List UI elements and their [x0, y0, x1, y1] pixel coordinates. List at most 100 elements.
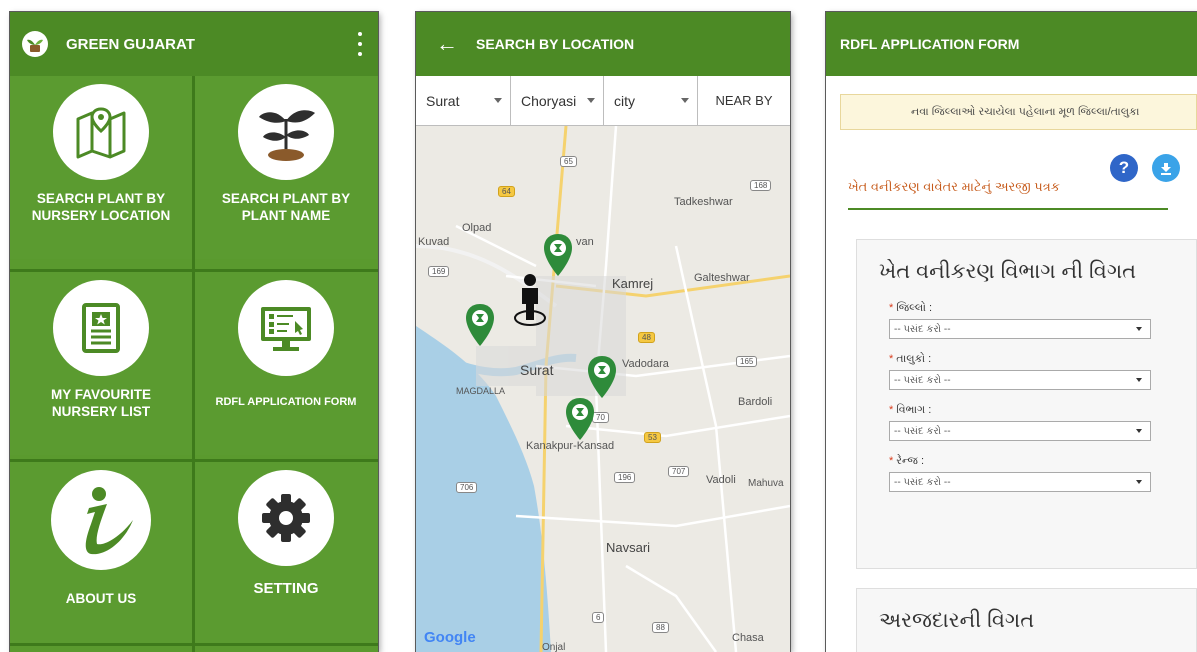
map-label: van	[576, 236, 594, 248]
screen-title: RDFL APPLICATION FORM	[840, 36, 1020, 52]
screen-title: SEARCH BY LOCATION	[476, 36, 635, 52]
nursery-pin-icon[interactable]	[586, 354, 618, 400]
search-by-nursery-location-tile[interactable]: SEARCH PLANT BY NURSERY LOCATION	[10, 76, 192, 259]
map-label: Galteshwar	[694, 272, 750, 284]
form-app-bar: RDFL APPLICATION FORM	[826, 12, 1197, 76]
map-label: Chasa	[732, 632, 764, 644]
sapling-icon	[238, 84, 334, 180]
home-screen: GREEN GUJARAT SEARCH PLANT BY NURSERY LO…	[10, 12, 378, 652]
map-label: Vadoli	[706, 474, 736, 486]
select-placeholder: -- પસંદ કરો --	[894, 374, 951, 386]
map-label: Kamrej	[612, 276, 654, 291]
chevron-down-icon	[1136, 327, 1142, 331]
highway-shield: 64	[498, 186, 515, 197]
select-placeholder: -- પસંદ કરો --	[894, 323, 951, 335]
about-us-tile[interactable]: ABOUT US	[10, 462, 192, 645]
rdfl-application-form-tile[interactable]: RDFL APPLICATION FORM	[195, 272, 377, 455]
chevron-down-icon	[1136, 378, 1142, 382]
google-logo-text: Google	[424, 629, 476, 646]
agroforestry-division-section: ખેત વનીકરણ વિભાગ ની વિગત * જિલ્લો : -- પસ…	[856, 239, 1197, 569]
form-title: ખેત વનીકરણ વાવેતર માટેનું અરજી પત્રક	[848, 179, 1060, 194]
division-field: * વિભાગ : -- પસંદ કરો --	[857, 404, 1196, 441]
home-app-bar: GREEN GUJARAT	[10, 12, 378, 76]
favourite-list-icon	[53, 280, 149, 376]
select-placeholder: -- પસંદ કરો --	[894, 425, 951, 437]
highway-shield: 169	[428, 266, 450, 277]
map-label: Navsari	[606, 540, 651, 555]
map-label: Olpad	[462, 222, 492, 234]
select-placeholder: -- પસંદ કરો --	[894, 476, 951, 488]
highway-shield: 707	[668, 466, 690, 477]
favourite-nursery-list-tile[interactable]: MY FAVOURITE NURSERY LIST	[10, 272, 192, 455]
grid-divider	[10, 459, 378, 462]
highway-shield: 196	[614, 472, 636, 483]
chevron-down-icon	[494, 98, 502, 103]
range-select[interactable]: -- પસંદ કરો --	[889, 472, 1151, 492]
setting-tile[interactable]: SETTING	[195, 462, 377, 645]
district-dropdown[interactable]: Surat	[416, 76, 511, 126]
grid-divider	[10, 269, 378, 272]
highway-shield: 6	[592, 612, 605, 623]
nursery-pin-icon[interactable]	[564, 396, 596, 442]
google-logo: Google	[424, 629, 476, 646]
notice-text: નવા જિલ્લાઓ રચાયેલા પહેલાના મૂળ જિલ્લા/ત…	[911, 105, 1140, 118]
highway-shield: 165	[736, 356, 758, 367]
taluka-value: Choryasi	[521, 93, 577, 109]
highway-shield: 53	[644, 432, 661, 443]
highway-shield: 168	[750, 180, 772, 191]
map-label: Kuvad	[418, 236, 450, 248]
grid-divider	[192, 76, 195, 652]
highway-shield: 88	[652, 622, 669, 633]
division-select[interactable]: -- પસંદ કરો --	[889, 421, 1151, 441]
district-field: * જિલ્લો : -- પસંદ કરો --	[857, 302, 1196, 339]
map-label: Onjal	[542, 642, 566, 652]
map-label: Mahuva	[748, 478, 784, 489]
tile-label: SEARCH PLANT BY PLANT NAME	[221, 191, 351, 223]
area-value: city	[614, 93, 635, 109]
form-monitor-icon	[238, 280, 334, 376]
map-label: MAGDALLA	[456, 386, 506, 396]
district-value: Surat	[426, 93, 460, 109]
field-label: રેન્જ :	[896, 455, 924, 467]
section-heading: ખેત વનીકરણ વિભાગ ની વિગત	[879, 260, 1137, 283]
taluka-select[interactable]: -- પસંદ કરો --	[889, 370, 1151, 390]
tile-label: MY FAVOURITE NURSERY LIST	[50, 387, 151, 419]
back-arrow-icon[interactable]: ←	[436, 31, 458, 57]
chevron-down-icon	[1136, 480, 1142, 484]
applicant-details-section: અરજદારની વિગત	[856, 588, 1197, 652]
chevron-down-icon	[1136, 429, 1142, 433]
field-label: વિભાગ :	[896, 404, 932, 416]
nursery-pin-icon[interactable]	[464, 302, 496, 348]
location-app-bar: ← SEARCH BY LOCATION	[416, 12, 790, 76]
tile-label: SETTING	[253, 580, 319, 597]
tile-label: RDFL APPLICATION FORM	[215, 396, 357, 408]
map-label: Bardoli	[738, 396, 773, 408]
app-title: GREEN GUJARAT	[66, 35, 195, 53]
map-label: Tadkeshwar	[674, 196, 733, 208]
nursery-map[interactable]: Tadkeshwar Olpad Kuvad van Kamrej Galtes…	[416, 126, 790, 652]
section-heading: અરજદારની વિગત	[879, 609, 1035, 632]
tile-label: ABOUT US	[65, 591, 137, 606]
title-underline	[848, 208, 1168, 210]
field-label: તાલુકો :	[896, 353, 932, 365]
area-dropdown[interactable]: city	[604, 76, 698, 126]
district-select[interactable]: -- પસંદ કરો --	[889, 319, 1151, 339]
highway-shield: 48	[638, 332, 655, 343]
chevron-down-icon	[681, 98, 689, 103]
rdfl-application-form-screen: RDFL APPLICATION FORM નવા જિલ્લાઓ રચાયેલ…	[826, 12, 1197, 652]
near-by-button[interactable]: NEAR BY	[698, 76, 790, 125]
help-icon[interactable]: ?	[1110, 154, 1138, 182]
map-icon	[53, 84, 149, 180]
taluka-field: * તાલુકો : -- પસંદ કરો --	[857, 353, 1196, 390]
tile-label: SEARCH PLANT BY NURSERY LOCATION	[31, 191, 171, 223]
download-icon[interactable]	[1152, 154, 1180, 182]
field-label: જિલ્લો :	[896, 302, 933, 314]
taluka-dropdown[interactable]: Choryasi	[511, 76, 604, 126]
overflow-menu-icon[interactable]	[358, 32, 362, 56]
gear-icon	[238, 470, 334, 566]
range-field: * રેન્જ : -- પસંદ કરો --	[857, 455, 1196, 492]
map-label: Surat	[520, 362, 554, 378]
current-location-icon	[514, 274, 546, 326]
notice-marquee: નવા જિલ્લાઓ રચાયેલા પહેલાના મૂળ જિલ્લા/ત…	[840, 94, 1197, 130]
search-by-plant-name-tile[interactable]: SEARCH PLANT BY PLANT NAME	[195, 76, 377, 259]
